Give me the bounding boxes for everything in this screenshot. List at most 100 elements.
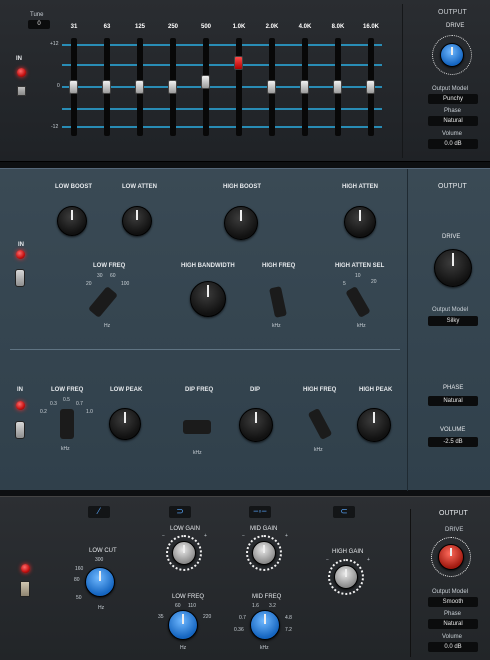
drive-label: DRIVE bbox=[445, 527, 464, 533]
eq-gridline bbox=[62, 108, 382, 110]
low-atten-knob[interactable] bbox=[122, 206, 152, 236]
low-atten-label: LOW ATTEN bbox=[122, 184, 157, 190]
mid-low-freq-tick: 0.3 bbox=[50, 401, 57, 407]
dip-freq-unit: kHz bbox=[193, 450, 202, 456]
dip-freq-label: DIP FREQ bbox=[185, 387, 214, 393]
low-peak-label: LOW PEAK bbox=[110, 387, 143, 393]
high-atten-sel-selector[interactable] bbox=[345, 286, 371, 318]
low-freq-label: LOW FREQ bbox=[93, 263, 126, 269]
band-fader-handle[interactable] bbox=[201, 75, 210, 90]
volume-value[interactable]: 0.0 dB bbox=[428, 642, 478, 652]
low-cut-label: LOW CUT bbox=[89, 548, 117, 554]
mid-freq-unit: kHz bbox=[260, 645, 269, 651]
mid-in-label: IN bbox=[17, 387, 23, 393]
dip-label: DIP bbox=[250, 387, 261, 393]
low-freq-tick: 20 bbox=[86, 281, 92, 287]
mid-high-freq-selector[interactable] bbox=[307, 407, 333, 441]
high-atten-sel-tick: 5 bbox=[343, 281, 346, 287]
phase-value[interactable]: Natural bbox=[428, 619, 478, 629]
output-model-value[interactable]: Silky bbox=[428, 316, 478, 326]
mid-freq-tick: 1.6 bbox=[252, 603, 259, 609]
high-atten-label: HIGH ATTEN bbox=[342, 184, 378, 190]
band-fader-handle[interactable] bbox=[168, 80, 177, 94]
band-fader-handle[interactable] bbox=[300, 80, 309, 94]
band-fader-track[interactable] bbox=[236, 38, 242, 136]
low-freq-tick: 110 bbox=[188, 603, 196, 609]
mid-low-freq-tick: 1.0 bbox=[86, 409, 93, 415]
drive-knob[interactable] bbox=[440, 43, 464, 67]
mid-freq-tick: 0.36 bbox=[234, 627, 244, 633]
phase-value[interactable]: Natural bbox=[428, 396, 478, 406]
low-freq-knob[interactable] bbox=[168, 610, 198, 640]
high-gain-minus: − bbox=[326, 557, 329, 563]
tune-value[interactable]: 0 bbox=[28, 20, 50, 29]
power-led[interactable] bbox=[21, 564, 30, 573]
high-atten-sel-tick: 10 bbox=[355, 273, 361, 279]
low-freq-tick: 35 bbox=[158, 614, 164, 620]
high-atten-knob[interactable] bbox=[344, 206, 376, 238]
mid-bypass-toggle[interactable] bbox=[15, 421, 25, 439]
high-gain-knob[interactable] bbox=[334, 565, 358, 589]
bypass-switch[interactable] bbox=[17, 86, 26, 96]
band-fader-handle[interactable] bbox=[69, 80, 78, 94]
band-label: 4.0K bbox=[298, 24, 312, 30]
high-shelf-shape-icon[interactable]: ⊂ bbox=[333, 506, 355, 518]
band-fader-handle[interactable] bbox=[267, 80, 276, 94]
dip-knob[interactable] bbox=[239, 408, 273, 442]
console-eq-panel: ⁄ ⊃ −◦− ⊂ LOW CUT 50 80 160 300 Hz LOW G… bbox=[0, 496, 490, 660]
high-freq-selector[interactable] bbox=[269, 286, 287, 318]
band-fader-handle[interactable] bbox=[333, 80, 342, 94]
drive-knob[interactable] bbox=[434, 249, 472, 287]
high-atten-sel-tick: 20 bbox=[371, 279, 377, 285]
scale-minus-label: -12 bbox=[51, 124, 59, 130]
output-divider bbox=[410, 509, 411, 657]
pultec-eq-panel: IN LOW BOOST LOW ATTEN HIGH BOOST HIGH A… bbox=[0, 168, 490, 491]
high-boost-knob[interactable] bbox=[224, 206, 258, 240]
high-gain-plus: + bbox=[367, 557, 370, 563]
drive-knob[interactable] bbox=[438, 544, 464, 570]
high-peak-label: HIGH PEAK bbox=[359, 387, 393, 393]
band-fader-handle[interactable] bbox=[135, 80, 144, 94]
mid-freq-tick: 7.2 bbox=[285, 627, 292, 633]
volume-value[interactable]: -2.5 dB bbox=[428, 437, 478, 447]
mid-low-freq-tick: 0.2 bbox=[40, 409, 47, 415]
low-peak-knob[interactable] bbox=[109, 408, 141, 440]
band-fader-handle[interactable] bbox=[102, 80, 111, 94]
phase-value[interactable]: Natural bbox=[428, 116, 478, 126]
mid-power-led[interactable] bbox=[16, 401, 25, 410]
volume-value[interactable]: 0.0 dB bbox=[428, 139, 478, 149]
mid-low-freq-unit: kHz bbox=[61, 446, 70, 452]
high-peak-knob[interactable] bbox=[357, 408, 391, 442]
mid-freq-tick: 0.7 bbox=[239, 615, 246, 621]
mid-gain-knob[interactable] bbox=[252, 541, 276, 565]
low-cut-unit: Hz bbox=[98, 605, 105, 611]
output-divider bbox=[407, 169, 408, 491]
bypass-toggle[interactable] bbox=[15, 269, 25, 287]
low-cut-tick: 50 bbox=[76, 595, 82, 601]
output-model-value[interactable]: Punchy bbox=[428, 94, 478, 104]
bypass-toggle[interactable] bbox=[20, 581, 30, 597]
low-shelf-shape-icon[interactable]: ⊃ bbox=[169, 506, 191, 518]
volume-label: Volume bbox=[442, 634, 463, 640]
output-model-value[interactable]: Smooth bbox=[428, 597, 478, 607]
dip-freq-selector[interactable] bbox=[183, 420, 211, 434]
high-boost-label: HIGH BOOST bbox=[223, 184, 262, 190]
band-fader-handle[interactable] bbox=[366, 80, 375, 94]
low-boost-knob[interactable] bbox=[57, 206, 87, 236]
low-freq-selector[interactable] bbox=[87, 286, 119, 318]
low-cut-shape-icon[interactable]: ⁄ bbox=[88, 506, 110, 518]
low-freq-tick: 30 bbox=[97, 273, 103, 279]
high-bandwidth-knob[interactable] bbox=[190, 281, 226, 317]
low-cut-knob[interactable] bbox=[85, 567, 115, 597]
bell-shape-icon[interactable]: −◦− bbox=[249, 506, 271, 518]
mid-freq-knob[interactable] bbox=[250, 610, 280, 640]
band-label: 31 bbox=[70, 24, 78, 30]
mid-freq-tick: 4.8 bbox=[285, 615, 292, 621]
power-led[interactable] bbox=[17, 68, 26, 77]
power-led[interactable] bbox=[16, 250, 25, 259]
low-gain-knob[interactable] bbox=[172, 541, 196, 565]
band-fader-handle[interactable] bbox=[234, 56, 243, 71]
mid-low-freq-tick: 0.7 bbox=[76, 401, 83, 407]
mid-low-freq-selector[interactable] bbox=[60, 409, 74, 439]
scale-zero-label: 0 bbox=[57, 83, 60, 89]
